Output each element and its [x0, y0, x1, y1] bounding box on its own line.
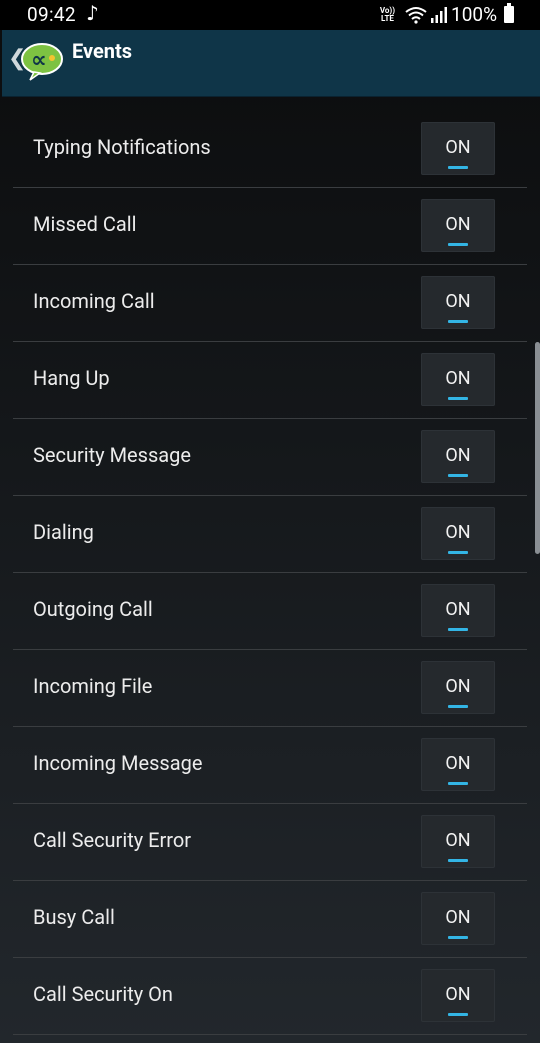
toggle-indicator — [448, 166, 468, 169]
toggle-indicator — [448, 859, 468, 862]
battery-percent: 100% — [451, 3, 497, 26]
toggle-indicator — [448, 551, 468, 554]
setting-row-dialing: Dialing ON — [13, 496, 527, 573]
toggle-indicator — [448, 474, 468, 477]
toggle-state-text: ON — [445, 214, 471, 235]
setting-label: Incoming File — [33, 674, 153, 698]
setting-row-hang-up: Hang Up ON — [13, 342, 527, 419]
toggle-button[interactable]: ON — [421, 738, 495, 791]
setting-row-call-security-on: Call Security On ON — [13, 958, 527, 1035]
toggle-button[interactable]: ON — [421, 892, 495, 945]
setting-label: Busy Call — [33, 905, 115, 929]
setting-label: Typing Notifications — [33, 135, 211, 159]
toggle-state-text: ON — [445, 137, 471, 158]
volte-bottom-text: LTE — [381, 13, 394, 23]
setting-label: Dialing — [33, 520, 94, 544]
toggle-state-text: ON — [445, 753, 471, 774]
setting-row-incoming-call: Incoming Call ON — [13, 265, 527, 342]
battery-icon — [504, 3, 514, 23]
toggle-button[interactable]: ON — [421, 969, 495, 1022]
toggle-indicator — [448, 397, 468, 400]
status-time: 09:42 — [27, 3, 76, 26]
setting-label: Security Message — [33, 443, 192, 467]
toggle-state-text: ON — [445, 445, 471, 466]
toggle-button[interactable]: ON — [421, 199, 495, 252]
toggle-indicator — [448, 628, 468, 631]
toggle-indicator — [448, 936, 468, 939]
setting-label: Incoming Message — [33, 751, 203, 775]
toggle-indicator — [448, 320, 468, 323]
toggle-state-text: ON — [445, 676, 471, 697]
setting-label: Outgoing Call — [33, 597, 153, 621]
page-title: Events — [72, 39, 133, 63]
toggle-button[interactable]: ON — [421, 430, 495, 483]
toggle-state-text: ON — [445, 368, 471, 389]
toggle-button[interactable]: ON — [421, 661, 495, 714]
app-logo-icon[interactable]: ∝ — [20, 42, 64, 82]
toggle-state-text: ON — [445, 291, 471, 312]
toggle-state-text: ON — [445, 522, 471, 543]
toggle-indicator — [448, 243, 468, 246]
status-bar: 09:42 ♪ Vo)) LTE 100% — [0, 0, 540, 30]
toggle-button[interactable]: ON — [421, 584, 495, 637]
toggle-indicator — [448, 782, 468, 785]
toggle-state-text: ON — [445, 907, 471, 928]
setting-label: Hang Up — [33, 366, 110, 390]
toggle-state-text: ON — [445, 830, 471, 851]
toggle-state-text: ON — [445, 599, 471, 620]
setting-row-incoming-file: Incoming File ON — [13, 650, 527, 727]
setting-row-call-security-error: Call Security Error ON — [13, 804, 527, 881]
setting-row-outgoing-call: Outgoing Call ON — [13, 573, 527, 650]
wifi-icon — [405, 6, 427, 24]
setting-label: Incoming Call — [33, 289, 155, 313]
toggle-indicator — [448, 705, 468, 708]
setting-row-missed-call: Missed Call ON — [13, 188, 527, 265]
music-note-icon: ♪ — [86, 1, 99, 25]
setting-row-incoming-message: Incoming Message ON — [13, 727, 527, 804]
setting-row-security-message: Security Message ON — [13, 419, 527, 496]
toggle-button[interactable]: ON — [421, 815, 495, 868]
setting-row-typing-notifications: Typing Notifications ON — [13, 111, 527, 188]
setting-label: Call Security Error — [33, 828, 192, 852]
volte-icon: Vo)) LTE — [380, 6, 395, 23]
toggle-button[interactable]: ON — [421, 276, 495, 329]
toggle-button[interactable]: ON — [421, 122, 495, 175]
status-icons: Vo)) LTE 100% — [380, 3, 514, 26]
setting-label: Missed Call — [33, 212, 137, 236]
toggle-button[interactable]: ON — [421, 353, 495, 406]
svg-text:∝: ∝ — [31, 48, 47, 73]
app-header: ❮ ∝ Events — [2, 30, 540, 97]
scrollbar[interactable] — [535, 342, 540, 554]
toggle-button[interactable]: ON — [421, 507, 495, 560]
setting-label: Call Security On — [33, 982, 173, 1006]
events-settings-list: Typing Notifications ON Missed Call ON I… — [13, 111, 527, 1035]
setting-row-busy-call: Busy Call ON — [13, 881, 527, 958]
toggle-indicator — [448, 1013, 468, 1016]
signal-icon — [431, 7, 448, 23]
toggle-state-text: ON — [445, 984, 471, 1005]
